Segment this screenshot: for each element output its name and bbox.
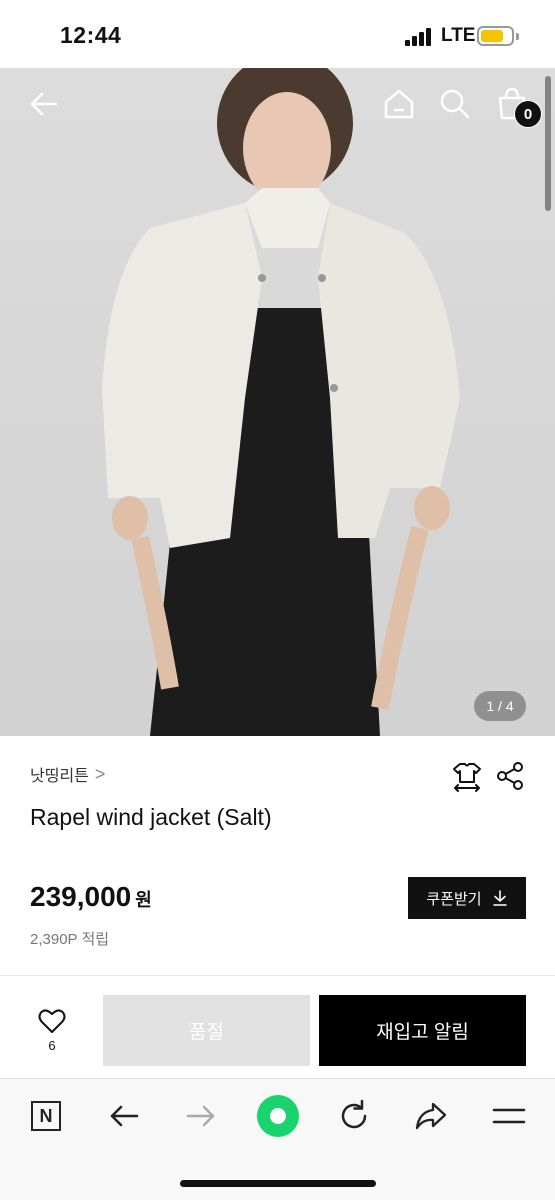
battery-icon — [477, 26, 514, 46]
naver-icon[interactable]: N — [26, 1096, 66, 1136]
like-count: 6 — [48, 1038, 56, 1053]
divider — [0, 975, 555, 976]
network-label: LTE — [441, 25, 476, 46]
share-icon[interactable] — [494, 760, 526, 792]
price-currency: 원 — [135, 890, 152, 910]
signal-icon — [405, 28, 435, 46]
soldout-button: 품절 — [103, 995, 310, 1066]
forward-icon[interactable] — [181, 1096, 221, 1136]
share-arrow-icon[interactable] — [411, 1096, 451, 1136]
refresh-icon[interactable] — [334, 1096, 374, 1136]
brand-link[interactable]: 낫띵리튼 > — [30, 762, 105, 786]
coupon-button[interactable]: 쿠폰받기 — [408, 877, 526, 919]
home-icon[interactable] — [381, 86, 417, 122]
naver-logo: N — [31, 1101, 61, 1131]
chevron-right-icon: > — [94, 763, 106, 784]
model-photo — [102, 68, 460, 736]
green-dot-icon[interactable] — [256, 1094, 300, 1138]
home-indicator[interactable] — [180, 1180, 376, 1187]
battery-cap — [516, 33, 519, 40]
back-arrow-icon[interactable] — [26, 86, 62, 122]
price-value: 239,000 — [30, 881, 132, 912]
product-image[interactable]: 1 / 4 — [0, 68, 555, 736]
menu-icon[interactable] — [489, 1096, 529, 1136]
points-text: 2,390P 적립 — [30, 931, 110, 948]
size-guide-icon[interactable] — [451, 760, 483, 792]
download-icon — [492, 890, 507, 906]
status-time: 12:44 — [60, 22, 122, 48]
back-icon[interactable] — [104, 1096, 144, 1136]
heart-icon — [38, 1009, 66, 1033]
price: 239,000 원 — [30, 881, 152, 913]
scrollbar[interactable] — [545, 76, 551, 211]
like-button[interactable]: 6 — [30, 1008, 74, 1060]
product-title: Rapel wind jacket (Salt) — [30, 804, 272, 830]
brand-name: 낫띵리튼 — [30, 768, 89, 785]
image-page-indicator: 1 / 4 — [474, 691, 526, 721]
coupon-label: 쿠폰받기 — [426, 890, 482, 908]
cart-count-badge: 0 — [514, 100, 542, 128]
search-icon[interactable] — [437, 86, 473, 122]
restock-alert-button[interactable]: 재입고 알림 — [319, 995, 526, 1066]
status-bar: 12:44 LTE — [0, 0, 555, 68]
